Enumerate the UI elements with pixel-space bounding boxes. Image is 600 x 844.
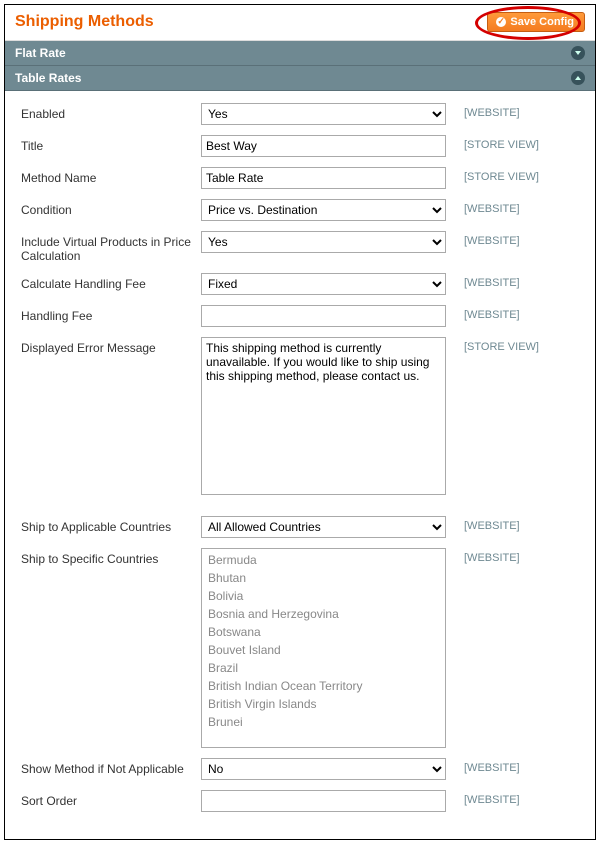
- country-option[interactable]: Botswana: [202, 623, 445, 641]
- chevron-down-icon: [571, 46, 585, 60]
- section-table-rates-title: Table Rates: [15, 71, 81, 85]
- method-name-label: Method Name: [21, 167, 201, 185]
- section-flat-rate[interactable]: Flat Rate: [5, 41, 595, 66]
- page-title: Shipping Methods: [15, 13, 154, 31]
- scope-label: [WEBSITE]: [464, 790, 520, 806]
- method-name-input[interactable]: [201, 167, 446, 189]
- scope-label: [STORE VIEW]: [464, 167, 539, 183]
- scope-label: [WEBSITE]: [464, 548, 520, 564]
- show-method-label: Show Method if Not Applicable: [21, 758, 201, 776]
- country-option[interactable]: Brazil: [202, 659, 445, 677]
- enabled-label: Enabled: [21, 103, 201, 121]
- ship-applicable-select[interactable]: All Allowed Countries: [201, 516, 446, 538]
- include-virtual-label: Include Virtual Products in Price Calcul…: [21, 231, 201, 263]
- table-rates-panel: Enabled Yes [WEBSITE] Title [STORE VIEW]…: [5, 91, 595, 838]
- enabled-select[interactable]: Yes: [201, 103, 446, 125]
- sort-order-label: Sort Order: [21, 790, 201, 808]
- sort-order-input[interactable]: [201, 790, 446, 812]
- ship-specific-multiselect[interactable]: BermudaBhutanBoliviaBosnia and Herzegovi…: [201, 548, 446, 748]
- country-option[interactable]: British Virgin Islands: [202, 695, 445, 713]
- scope-label: [WEBSITE]: [464, 758, 520, 774]
- scope-label: [WEBSITE]: [464, 103, 520, 119]
- save-config-button[interactable]: Save Config: [487, 12, 585, 32]
- include-virtual-select[interactable]: Yes: [201, 231, 446, 253]
- country-option[interactable]: Bouvet Island: [202, 641, 445, 659]
- show-method-select[interactable]: No: [201, 758, 446, 780]
- country-option[interactable]: British Indian Ocean Territory: [202, 677, 445, 695]
- title-input[interactable]: [201, 135, 446, 157]
- country-option[interactable]: Bolivia: [202, 587, 445, 605]
- scope-label: [WEBSITE]: [464, 305, 520, 321]
- calc-handling-label: Calculate Handling Fee: [21, 273, 201, 291]
- country-option[interactable]: Bhutan: [202, 569, 445, 587]
- scope-label: [WEBSITE]: [464, 516, 520, 532]
- scope-label: [WEBSITE]: [464, 231, 520, 247]
- check-icon: [496, 17, 506, 27]
- section-table-rates[interactable]: Table Rates: [5, 66, 595, 91]
- section-flat-rate-title: Flat Rate: [15, 46, 66, 60]
- ship-applicable-label: Ship to Applicable Countries: [21, 516, 201, 534]
- country-option[interactable]: Bermuda: [202, 551, 445, 569]
- calc-handling-select[interactable]: Fixed: [201, 273, 446, 295]
- condition-select[interactable]: Price vs. Destination: [201, 199, 446, 221]
- ship-specific-label: Ship to Specific Countries: [21, 548, 201, 566]
- scope-label: [WEBSITE]: [464, 273, 520, 289]
- handling-fee-input[interactable]: [201, 305, 446, 327]
- title-label: Title: [21, 135, 201, 153]
- country-option[interactable]: Bosnia and Herzegovina: [202, 605, 445, 623]
- scope-label: [STORE VIEW]: [464, 135, 539, 151]
- scope-label: [STORE VIEW]: [464, 337, 539, 353]
- condition-label: Condition: [21, 199, 201, 217]
- error-msg-label: Displayed Error Message: [21, 337, 201, 355]
- handling-fee-label: Handling Fee: [21, 305, 201, 323]
- save-config-label: Save Config: [510, 16, 574, 28]
- chevron-up-icon: [571, 71, 585, 85]
- country-option[interactable]: Brunei: [202, 713, 445, 731]
- scope-label: [WEBSITE]: [464, 199, 520, 215]
- error-msg-textarea[interactable]: This shipping method is currently unavai…: [201, 337, 446, 495]
